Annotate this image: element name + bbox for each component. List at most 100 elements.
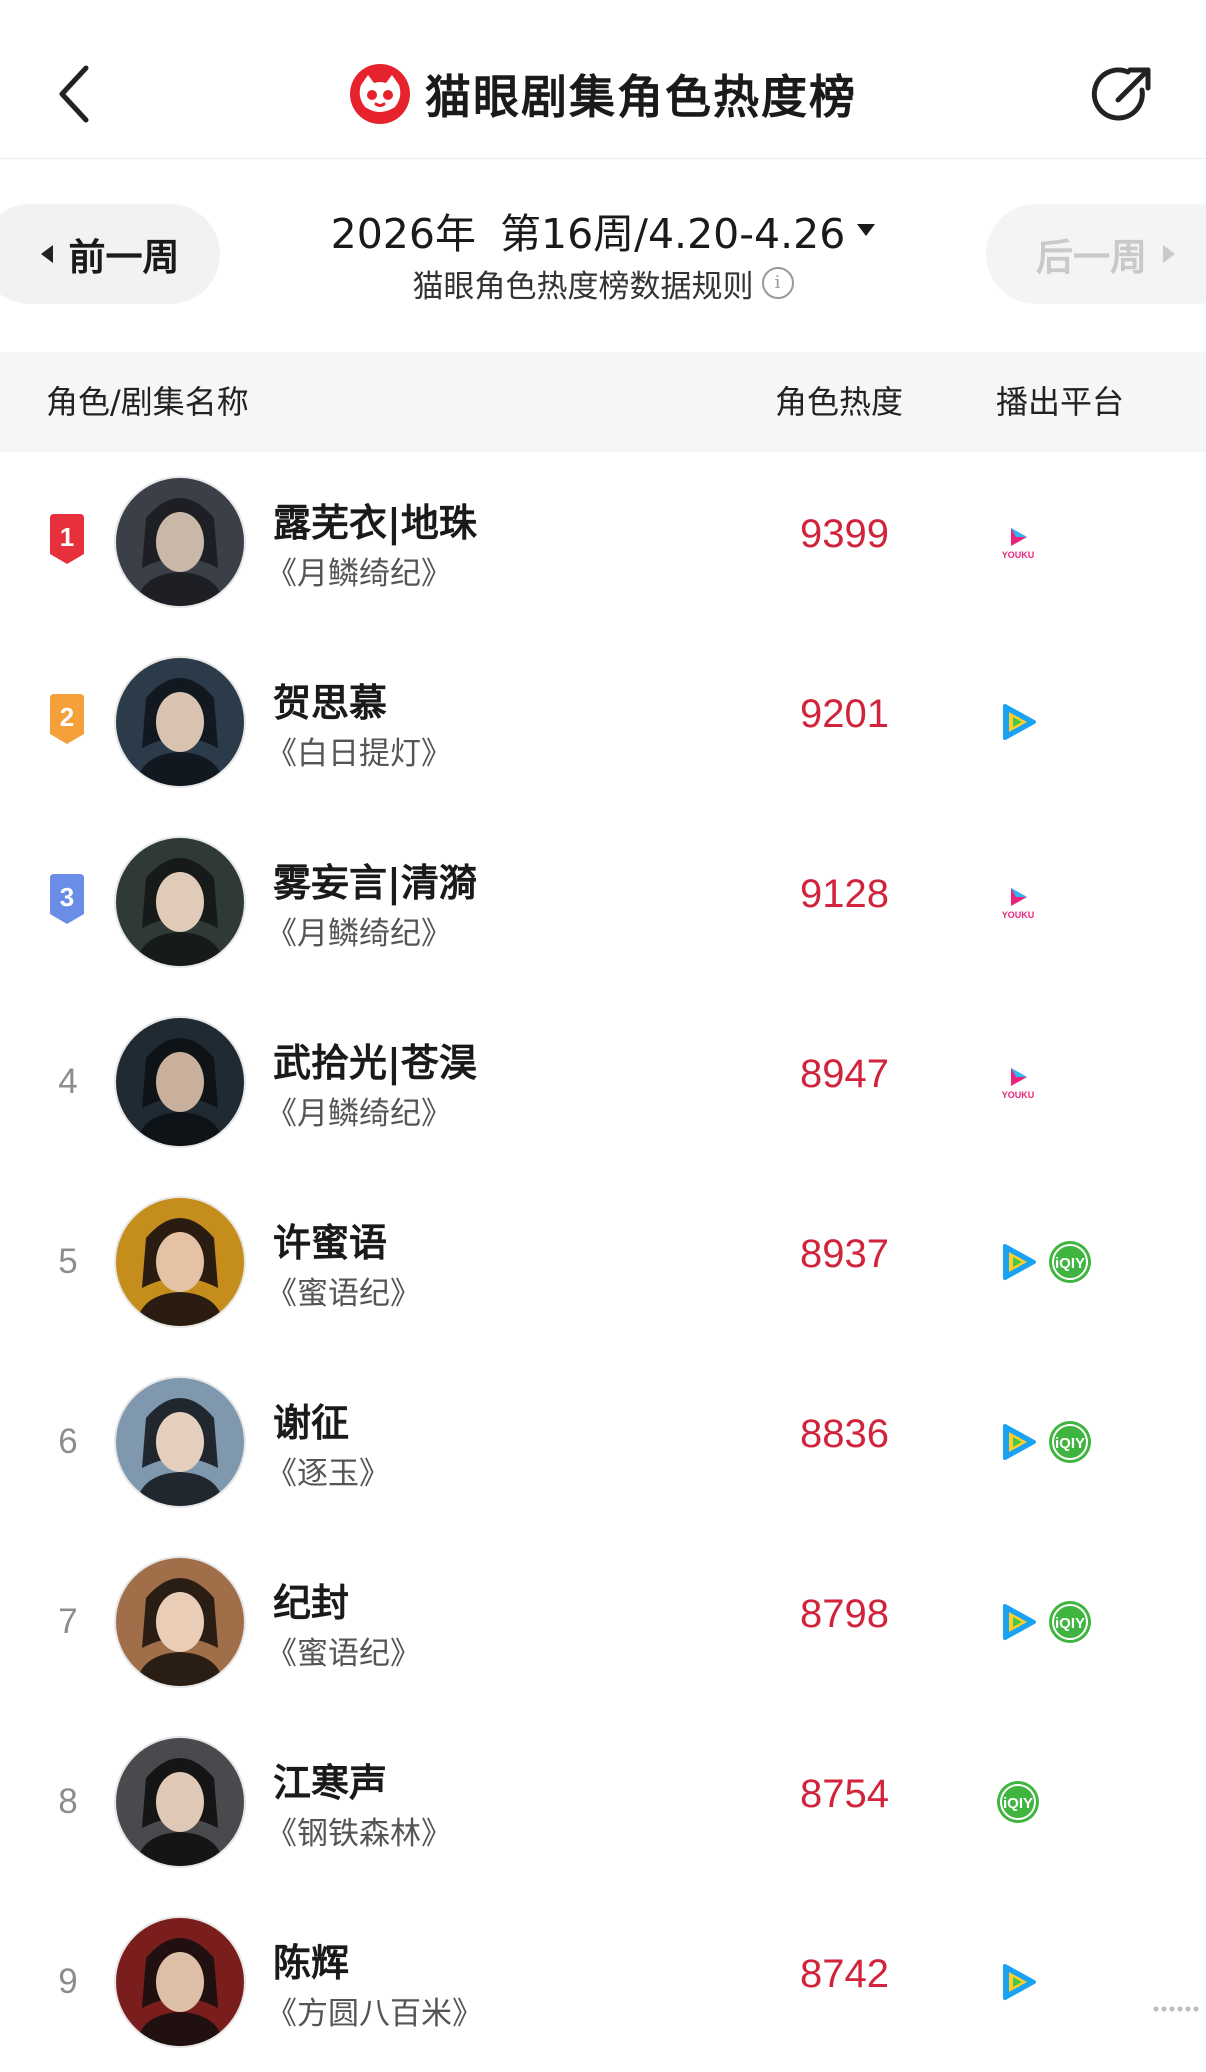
list-item[interactable]: 4 武拾光|苍淏 《月鳞绮纪》 8947 YOUKU (0, 992, 1206, 1172)
prev-week-label: 前一周 (68, 236, 180, 279)
avatar (116, 1918, 244, 2046)
svg-text:iQIY: iQIY (1003, 1795, 1033, 1812)
triangle-right-icon (1163, 245, 1175, 263)
rank-number: 8 (58, 1782, 78, 1821)
platform-icons: iQIY (996, 1778, 1048, 1826)
tencent-video-icon (1003, 1964, 1036, 2000)
data-rules-link[interactable]: 猫眼角色热度榜数据规则 i (300, 262, 906, 305)
top-bar: 猫眼剧集角色热度榜 (0, 0, 1206, 159)
heat-score: 8836 (800, 1412, 889, 1456)
iqiyi-icon: iQIY (997, 1781, 1039, 1823)
heat-score: 8754 (800, 1772, 889, 1816)
svg-text:iQIY: iQIY (1055, 1255, 1085, 1272)
drama-title: 《月鳞绮纪》 (266, 916, 452, 952)
drama-title: 《蜜语纪》 (266, 1276, 421, 1312)
platform-icons: YOUKU (996, 878, 1048, 926)
column-header-name: 角色/剧集名称 (46, 383, 249, 421)
platform-icons: iQIY (996, 1598, 1100, 1646)
rank-number: 3 (60, 882, 74, 912)
rank-number: 6 (58, 1422, 78, 1461)
svg-text:iQIY: iQIY (1055, 1435, 1085, 1452)
platform-icons (996, 698, 1048, 746)
rank-number: 5 (58, 1242, 78, 1281)
rank-number: 7 (58, 1602, 78, 1641)
character-name: 陈辉 (273, 1941, 350, 1985)
title-group: 猫眼剧集角色热度榜 (0, 58, 1206, 130)
tencent-video-icon (1003, 704, 1036, 740)
character-name: 露芜衣|地珠 (273, 501, 477, 545)
info-icon: i (761, 267, 794, 299)
list-item[interactable]: 2 贺思慕《白日提灯》 9201 (0, 632, 1206, 812)
heat-score: 8798 (800, 1592, 889, 1636)
svg-text:YOUKU: YOUKU (1002, 550, 1035, 560)
week-range-label: 第16周/4.20-4.26 (499, 210, 846, 258)
next-week-label: 后一周 (1036, 236, 1147, 279)
share-icon (1091, 67, 1151, 121)
week-info: 2026年 第16周/4.20-4.26 猫眼角色热度榜数据规则 i (300, 200, 906, 305)
iqiyi-icon: iQIY (1049, 1421, 1091, 1463)
character-name: 许蜜语 (273, 1221, 388, 1265)
heat-score: 8947 (800, 1052, 889, 1096)
svg-text:YOUKU: YOUKU (1002, 1090, 1035, 1100)
drama-title: 《钢铁森林》 (266, 1816, 452, 1852)
list-item[interactable]: 5 许蜜语 《蜜语纪》 8937 iQIY (0, 1172, 1206, 1352)
tencent-video-icon (1003, 1424, 1036, 1460)
list-item[interactable]: 6 谢征《逐玉》 8836 iQIY (0, 1352, 1206, 1532)
heat-score: 9201 (800, 692, 889, 736)
avatar (116, 1018, 244, 1146)
list-item[interactable]: 9 陈辉 《方圆八百米》 8742 (0, 1892, 1206, 2072)
rank-number: 9 (58, 1962, 78, 2001)
tencent-video-icon (1003, 1244, 1036, 1280)
platform-icons: iQIY (996, 1418, 1100, 1466)
week-dropdown[interactable]: 2026年 第16周/4.20-4.26 (300, 200, 906, 260)
youku-icon: YOUKU (1002, 528, 1035, 560)
drama-title: 《白日提灯》 (266, 736, 452, 772)
avatar (116, 1738, 244, 1866)
svg-text:YOUKU: YOUKU (1002, 910, 1035, 920)
column-header-heat: 角色热度 (775, 383, 904, 421)
list-item[interactable]: 7 纪封 《蜜语纪》 8798 iQIY (0, 1532, 1206, 1712)
avatar (116, 1558, 244, 1686)
rank-number: 2 (60, 702, 74, 732)
list-item[interactable]: 3 雾妄言|清漪《月鳞绮纪》 9128 YOUKU (0, 812, 1206, 992)
youku-icon: YOUKU (1002, 1068, 1035, 1100)
list-item[interactable]: 8 江寒声《钢铁森林》 8754 iQIY (0, 1712, 1206, 1892)
scroll-indicator-icon (1153, 2006, 1199, 2012)
platform-icons: YOUKU (996, 1058, 1048, 1106)
iqiyi-icon: iQIY (1049, 1241, 1091, 1283)
heat-score: 8742 (800, 1952, 889, 1996)
character-name: 贺思慕 (273, 681, 388, 725)
character-name: 武拾光|苍淏 (273, 1041, 477, 1085)
ranking-list: 1 露芜衣|地珠 《月鳞绮纪》 9399 YOUKU 2 贺思慕 《白日提灯》 9201 3 雾妄言… (0, 452, 1206, 2072)
page-title: 猫眼剧集角色热度榜 (425, 70, 857, 124)
svg-text:iQIY: iQIY (1055, 1615, 1085, 1632)
avatar (116, 838, 244, 966)
prev-week-button[interactable]: 前一周 (0, 204, 220, 304)
character-name: 纪封 (273, 1581, 350, 1625)
tencent-video-icon (1003, 1604, 1036, 1640)
data-rules-label: 猫眼角色热度榜数据规则 (412, 268, 754, 305)
character-name: 雾妄言|清漪 (273, 861, 477, 905)
rank-badge-icon: 1 (50, 514, 84, 564)
table-header: 角色/剧集名称 角色热度 播出平台 (0, 352, 1206, 452)
avatar (116, 658, 244, 786)
iqiyi-icon: iQIY (1049, 1601, 1091, 1643)
drama-title: 《逐玉》 (266, 1456, 390, 1492)
youku-icon: YOUKU (1002, 888, 1035, 920)
platform-icons (996, 1958, 1048, 2006)
character-name: 谢征 (273, 1401, 350, 1445)
triangle-left-icon (40, 245, 53, 263)
platform-icons: iQIY (996, 1238, 1100, 1286)
character-name: 江寒声 (273, 1761, 388, 1805)
next-week-button[interactable]: 后一周 (986, 204, 1206, 304)
year-label: 2026年 (330, 210, 476, 258)
rank-badge-icon: 2 (50, 694, 84, 744)
list-item[interactable]: 1 露芜衣|地珠 《月鳞绮纪》 9399 YOUKU (0, 452, 1206, 632)
rank-number: 1 (60, 522, 74, 552)
drama-title: 《月鳞绮纪》 (266, 1096, 452, 1132)
caret-down-icon (857, 224, 876, 236)
avatar (116, 478, 244, 606)
drama-title: 《月鳞绮纪》 (266, 556, 452, 592)
share-button[interactable] (1090, 62, 1156, 128)
heat-score: 9128 (800, 872, 889, 916)
